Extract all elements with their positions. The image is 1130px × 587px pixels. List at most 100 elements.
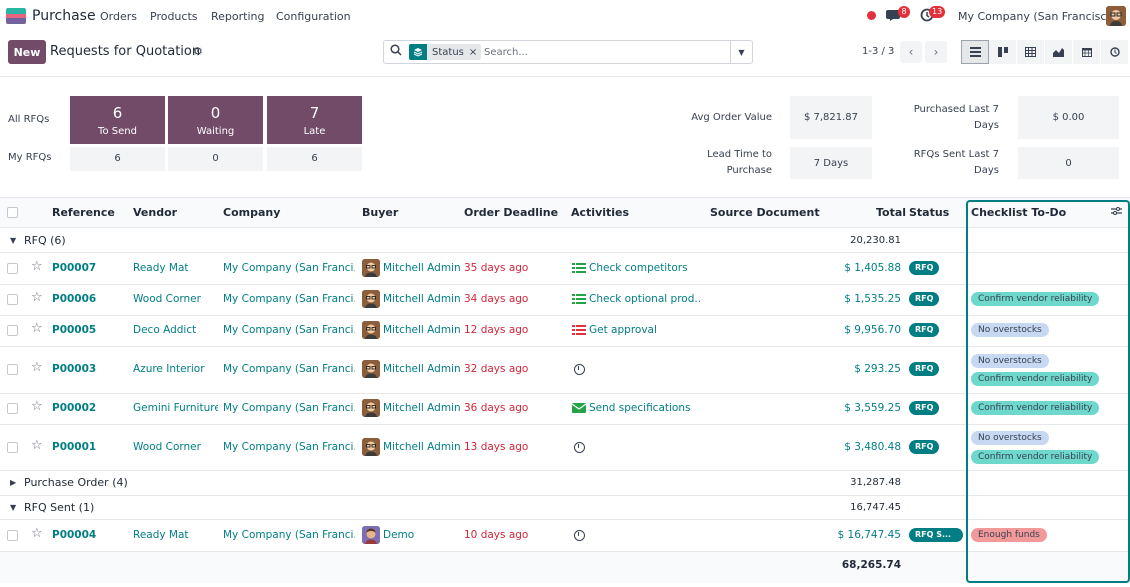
row-vendor[interactable]: Wood Corner: [133, 293, 218, 305]
buyer-avatar[interactable]: [362, 360, 380, 378]
star-icon[interactable]: ☆: [31, 526, 43, 541]
row-buyer[interactable]: Mitchell Admin: [383, 293, 461, 305]
caret-right-icon[interactable]: ▶: [10, 478, 16, 487]
row-vendor[interactable]: Gemini Furniture: [133, 402, 218, 414]
calendar-view-icon[interactable]: [1073, 40, 1101, 64]
activity-list-icon[interactable]: [572, 263, 586, 273]
buyer-avatar[interactable]: [362, 259, 380, 277]
col-source-document[interactable]: Source Document: [710, 206, 820, 219]
row-buyer[interactable]: Mitchell Admin: [383, 262, 461, 274]
col-company[interactable]: Company: [223, 206, 280, 219]
buyer-avatar[interactable]: [362, 526, 380, 544]
row-reference[interactable]: P00001: [52, 441, 96, 453]
row-buyer[interactable]: Mitchell Admin: [383, 324, 461, 336]
row-checkbox[interactable]: [7, 263, 18, 274]
star-icon[interactable]: ☆: [31, 360, 43, 375]
row-company[interactable]: My Company (San Franci...: [223, 529, 355, 541]
row-vendor[interactable]: Azure Interior: [133, 363, 218, 375]
row-company[interactable]: My Company (San Franci...: [223, 262, 355, 274]
status-filter-facet[interactable]: Status ×: [409, 44, 482, 60]
row-buyer[interactable]: Mitchell Admin: [383, 363, 461, 375]
group-po-label[interactable]: Purchase Order (4): [24, 476, 128, 489]
row-checkbox[interactable]: [7, 294, 18, 305]
row-checkbox[interactable]: [7, 442, 18, 453]
row-vendor[interactable]: Ready Mat: [133, 262, 218, 274]
tile-to-send[interactable]: 6 To Send: [70, 96, 165, 144]
row-buyer[interactable]: Mitchell Admin: [383, 441, 461, 453]
my-late[interactable]: 6: [267, 147, 362, 171]
buyer-avatar[interactable]: [362, 321, 380, 339]
col-activities[interactable]: Activities: [571, 206, 629, 219]
menu-configuration[interactable]: Configuration: [276, 10, 351, 23]
activity-list-icon[interactable]: [572, 294, 586, 304]
col-buyer[interactable]: Buyer: [362, 206, 398, 219]
tile-waiting[interactable]: 0 Waiting: [168, 96, 263, 144]
menu-reporting[interactable]: Reporting: [211, 10, 264, 23]
kanban-view-icon[interactable]: [989, 40, 1017, 64]
row-checkbox[interactable]: [7, 403, 18, 414]
col-total[interactable]: Total: [876, 206, 906, 219]
row-reference[interactable]: P00004: [52, 529, 96, 541]
pager-next-button[interactable]: ›: [925, 41, 947, 63]
my-to-send[interactable]: 6: [70, 147, 165, 171]
row-company[interactable]: My Company (San Franci...: [223, 363, 355, 375]
clock-icon[interactable]: [574, 364, 585, 375]
row-reference[interactable]: P00006: [52, 293, 96, 305]
caret-down-icon[interactable]: ▼: [10, 236, 16, 245]
pager-previous-button[interactable]: ‹: [900, 41, 922, 63]
activity-list-icon[interactable]: [572, 325, 586, 335]
row-reference[interactable]: P00007: [52, 262, 96, 274]
col-order-deadline[interactable]: Order Deadline: [464, 206, 558, 219]
row-activity[interactable]: Check optional prod...: [589, 293, 701, 305]
remove-facet-icon[interactable]: ×: [469, 47, 481, 58]
row-reference[interactable]: P00003: [52, 363, 96, 375]
buyer-avatar[interactable]: [362, 290, 380, 308]
row-vendor[interactable]: Deco Addict: [133, 324, 218, 336]
row-company[interactable]: My Company (San Franci...: [223, 441, 355, 453]
row-activity[interactable]: Check competitors: [589, 262, 701, 274]
activity-view-icon[interactable]: [1101, 40, 1129, 64]
search-input[interactable]: [484, 44, 724, 60]
row-activity[interactable]: Get approval: [589, 324, 701, 336]
star-icon[interactable]: ☆: [31, 321, 43, 336]
star-icon[interactable]: ☆: [31, 438, 43, 453]
row-buyer[interactable]: Demo: [383, 529, 414, 541]
envelope-icon[interactable]: [571, 403, 587, 413]
select-all-checkbox[interactable]: [7, 207, 18, 218]
star-icon[interactable]: ☆: [31, 259, 43, 274]
col-vendor[interactable]: Vendor: [133, 206, 177, 219]
star-icon[interactable]: ☆: [31, 399, 43, 414]
row-vendor[interactable]: Wood Corner: [133, 441, 218, 453]
col-reference[interactable]: Reference: [52, 206, 115, 219]
row-vendor[interactable]: Ready Mat: [133, 529, 218, 541]
gear-icon[interactable]: ⚙: [193, 45, 203, 58]
status-dot-icon[interactable]: [867, 11, 876, 20]
row-company[interactable]: My Company (San Franci...: [223, 402, 355, 414]
user-avatar[interactable]: [1106, 6, 1126, 26]
menu-orders[interactable]: Orders: [100, 10, 137, 23]
buyer-avatar[interactable]: [362, 399, 380, 417]
caret-down-icon[interactable]: ▼: [10, 503, 16, 512]
group-rfq-label[interactable]: RFQ (6): [24, 234, 66, 247]
my-waiting[interactable]: 0: [168, 147, 263, 171]
graph-view-icon[interactable]: [1045, 40, 1073, 64]
row-checkbox[interactable]: [7, 364, 18, 375]
row-company[interactable]: My Company (San Franci...: [223, 293, 355, 305]
group-sent-label[interactable]: RFQ Sent (1): [24, 501, 94, 514]
purchase-app-icon[interactable]: [6, 8, 26, 24]
row-reference[interactable]: P00005: [52, 324, 96, 336]
search-icon[interactable]: [390, 44, 402, 59]
star-icon[interactable]: ☆: [31, 290, 43, 305]
row-buyer[interactable]: Mitchell Admin: [383, 402, 461, 414]
row-activity[interactable]: Send specifications: [589, 402, 701, 414]
menu-products[interactable]: Products: [150, 10, 198, 23]
app-name[interactable]: Purchase: [32, 8, 96, 24]
row-checkbox[interactable]: [7, 530, 18, 541]
clock-icon[interactable]: [574, 530, 585, 541]
list-view-icon[interactable]: [961, 40, 989, 64]
clock-icon[interactable]: [574, 442, 585, 453]
pager-value[interactable]: 1-3 / 3: [862, 46, 894, 57]
col-status[interactable]: Status: [909, 206, 949, 219]
buyer-avatar[interactable]: [362, 438, 380, 456]
row-reference[interactable]: P00002: [52, 402, 96, 414]
